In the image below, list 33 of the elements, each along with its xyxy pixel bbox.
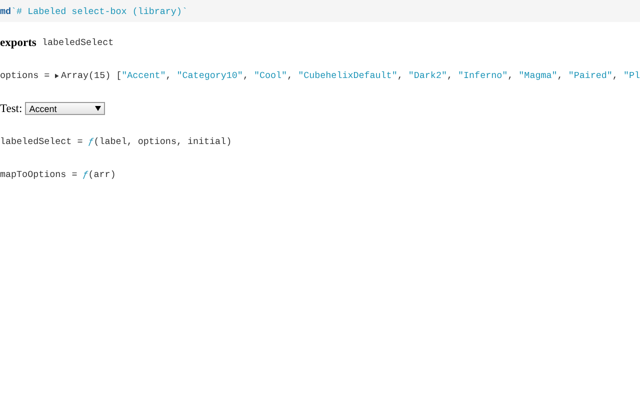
string-value: "Magma"	[518, 70, 558, 81]
comma: ,	[287, 70, 294, 81]
function-name: mapToOptions =	[0, 169, 78, 180]
select-label: Test:	[0, 102, 22, 114]
variable-name: options =	[0, 70, 51, 81]
string-value: "Category10"	[176, 70, 243, 81]
comma: ,	[557, 70, 564, 81]
string-value: "CubehelixDefault"	[298, 70, 398, 81]
string-value: "Inferno"	[458, 70, 508, 81]
string-value: "Dark2"	[408, 70, 447, 81]
array-prefix: Array(15) [	[60, 70, 122, 81]
markdown-source: `# Labeled select-box (library)`	[11, 6, 188, 16]
string-value: "Cool"	[254, 70, 288, 81]
export-name: labeledSelect	[40, 37, 114, 48]
function-name: labeledSelect =	[0, 136, 84, 147]
comma: ,	[508, 70, 514, 81]
comma: ,	[397, 70, 404, 81]
function-symbol: ƒ	[82, 169, 88, 180]
comma: ,	[166, 70, 172, 81]
comma: ,	[612, 70, 619, 81]
string-value: "Accent"	[122, 70, 166, 81]
string-value: "Paired"	[568, 70, 612, 81]
function-symbol: ƒ	[88, 136, 94, 147]
comma: ,	[242, 70, 250, 81]
markdown-tag: md	[0, 6, 12, 16]
select-box[interactable]: Accent	[25, 102, 106, 115]
caret-icon	[95, 106, 102, 111]
function-args: (arr)	[88, 169, 116, 180]
exports-keyword: exports	[0, 36, 36, 48]
expand-triangle-icon[interactable]	[55, 72, 59, 78]
function-args: (label, options, initial)	[94, 136, 232, 147]
comma: ,	[446, 70, 454, 81]
string-value: "Pl	[623, 70, 640, 81]
